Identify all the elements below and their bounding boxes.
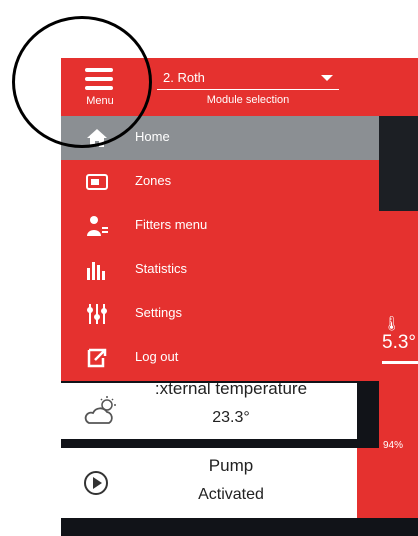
sidebar-item-label: Zones <box>135 173 172 188</box>
pump-status: Activated <box>198 486 264 503</box>
divider <box>382 361 418 364</box>
weather-icon <box>84 396 116 424</box>
sidebar-item-statistics[interactable]: Statistics <box>61 248 379 292</box>
home-icon <box>87 129 107 147</box>
statistics-icon <box>87 262 105 280</box>
settings-icon <box>87 304 107 324</box>
module-select-hint: Module selection <box>206 94 290 106</box>
top-bar: Menu 2. Roth Module selection <box>61 58 418 116</box>
module-select[interactable]: 2. Roth <box>157 67 339 90</box>
pump-title: Pump <box>208 456 254 475</box>
external-temperature-value: 23.3° <box>212 409 250 426</box>
sidebar-item-label: Statistics <box>135 261 188 276</box>
navigation-drawer: Home Zones Fitters menu Statistics Setti… <box>61 116 379 381</box>
sidebar-item-log-out[interactable]: Log out <box>61 336 379 380</box>
app-window: Menu 2. Roth Module selection 🌡 5.3° 94%… <box>61 58 418 536</box>
dashboard-temperature: 5.3° <box>382 332 417 353</box>
sidebar-item-label: Settings <box>135 305 182 320</box>
zones-icon <box>86 174 108 190</box>
logout-icon <box>87 348 107 368</box>
pump-side-panel <box>357 448 418 518</box>
sidebar-item-zones[interactable]: Zones <box>61 160 379 204</box>
external-temperature-title: :xternal temperature <box>154 379 308 398</box>
pump-card[interactable]: Pump Activated <box>61 448 357 518</box>
menu-button[interactable]: Menu <box>71 66 129 112</box>
sidebar-item-settings[interactable]: Settings <box>61 292 379 336</box>
hamburger-icon <box>85 68 113 90</box>
play-icon <box>84 471 108 495</box>
dashboard-red-panel: 🌡 5.3° <box>379 211 418 441</box>
fitter-icon <box>87 216 108 236</box>
sidebar-item-home[interactable]: Home <box>61 116 379 160</box>
menu-label: Menu <box>86 95 114 107</box>
sidebar-item-fitters-menu[interactable]: Fitters menu <box>61 204 379 248</box>
dashboard-dark-panel <box>379 116 418 211</box>
sidebar-item-label: Home <box>135 129 170 144</box>
thermometer-icon: 🌡 <box>383 315 401 331</box>
sidebar-item-label: Log out <box>135 349 179 364</box>
external-temperature-card[interactable]: :xternal temperature 23.3° <box>61 379 357 439</box>
sidebar-item-label: Fitters menu <box>135 217 208 232</box>
chevron-down-icon <box>321 75 333 81</box>
module-select-value: 2. Roth <box>163 70 205 85</box>
